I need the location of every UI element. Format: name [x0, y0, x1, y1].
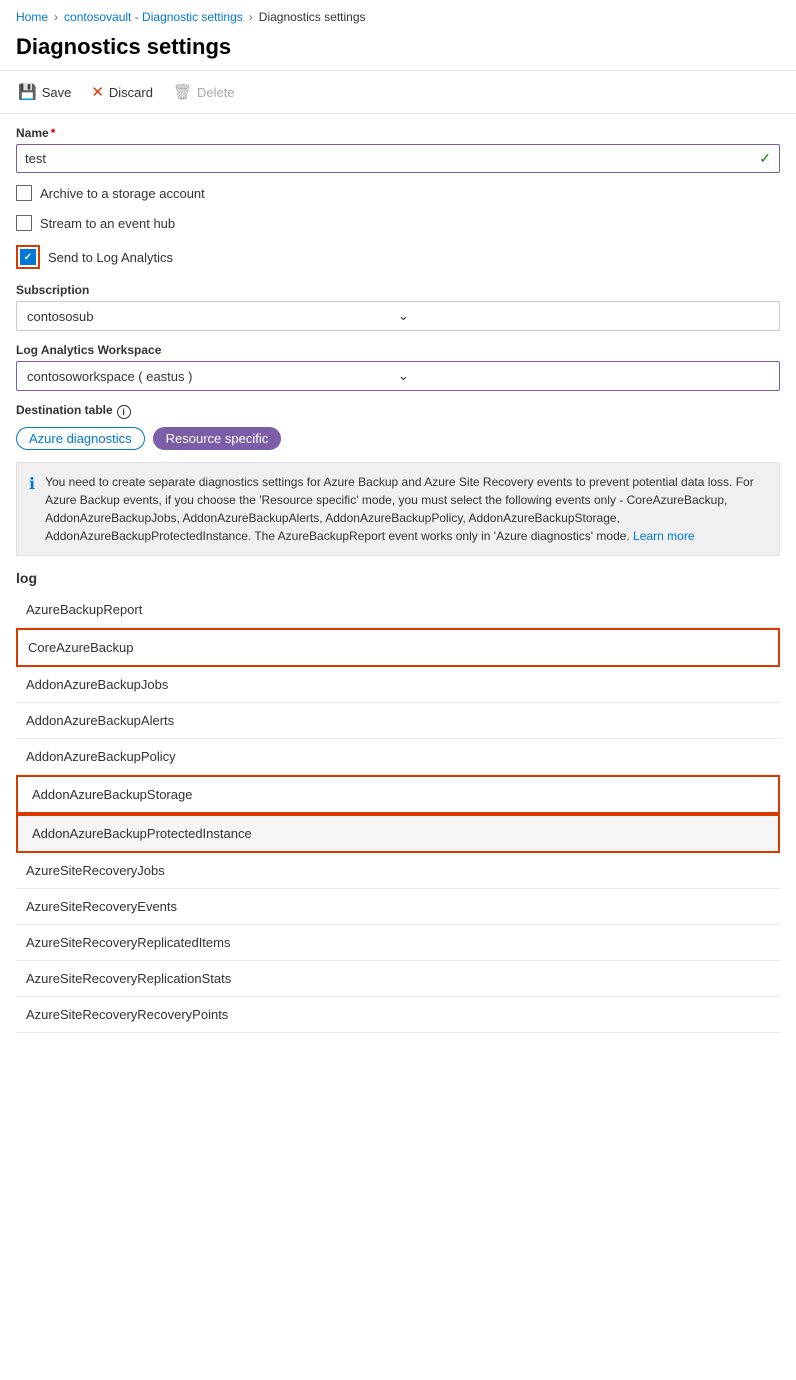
log-item-label: CoreAzureBackup	[28, 640, 134, 655]
discard-label: Discard	[109, 85, 153, 100]
log-item: AzureSiteRecoveryRecoveryPoints	[16, 997, 780, 1033]
log-item-label: AzureSiteRecoveryRecoveryPoints	[26, 1007, 228, 1022]
workspace-label: Log Analytics Workspace	[16, 343, 780, 357]
save-label: Save	[42, 85, 72, 100]
log-item-label: AddonAzureBackupAlerts	[26, 713, 174, 728]
breadcrumb-home[interactable]: Home	[16, 10, 48, 24]
log-item-label: AddonAzureBackupPolicy	[26, 749, 176, 764]
log-item-label: AzureSiteRecoveryReplicatedItems	[26, 935, 230, 950]
workspace-arrow-icon: ⌄	[398, 368, 769, 384]
log-item: AzureSiteRecoveryEvents	[16, 889, 780, 925]
log-section-label: log	[16, 570, 780, 586]
learn-more-link[interactable]: Learn more	[633, 529, 694, 543]
breadcrumb-current: Diagnostics settings	[259, 10, 366, 24]
delete-button[interactable]: 🗑 Delete	[171, 79, 237, 105]
archive-checkbox-row: Archive to a storage account	[16, 185, 780, 201]
info-text: You need to create separate diagnostics …	[45, 473, 767, 545]
dest-azure-diagnostics-btn[interactable]: Azure diagnostics	[16, 427, 145, 450]
stream-checkbox-row: Stream to an event hub	[16, 215, 780, 231]
destination-label: Destination table	[16, 403, 113, 417]
workspace-dropdown[interactable]: contosoworkspace ( eastus ) ⌄	[16, 361, 780, 391]
name-input[interactable]	[25, 151, 759, 166]
info-box: ℹ You need to create separate diagnostic…	[16, 462, 780, 556]
log-item: CoreAzureBackup	[16, 628, 780, 667]
destination-section: Destination table i Azure diagnostics Re…	[16, 403, 780, 450]
toolbar: 💾 Save ✕ Discard 🗑 Delete	[0, 70, 796, 114]
dest-resource-specific-btn[interactable]: Resource specific	[153, 427, 282, 450]
log-item: AddonAzureBackupStorage	[16, 775, 780, 814]
info-icon: ℹ	[29, 474, 35, 545]
log-item: AzureBackupReport	[16, 592, 780, 628]
name-valid-icon: ✓	[759, 150, 771, 167]
archive-label: Archive to a storage account	[40, 186, 205, 201]
log-item-label: AzureSiteRecoveryJobs	[26, 863, 165, 878]
send-checkbox-row: Send to Log Analytics	[16, 245, 780, 269]
log-item-label: AzureBackupReport	[26, 602, 142, 617]
log-item-label: AzureSiteRecoveryReplicationStats	[26, 971, 231, 986]
form-content: Name* ✓ Archive to a storage account Str…	[0, 126, 796, 1033]
subscription-value: contososub	[27, 309, 398, 324]
stream-checkbox[interactable]	[16, 215, 32, 231]
name-input-wrap: ✓	[16, 144, 780, 173]
delete-icon: 🗑	[173, 83, 192, 101]
destination-info-icon[interactable]: i	[117, 405, 131, 419]
name-label: Name*	[16, 126, 780, 140]
subscription-arrow-icon: ⌄	[398, 308, 769, 324]
log-item-label: AddonAzureBackupProtectedInstance	[32, 826, 252, 841]
log-item-label: AddonAzureBackupStorage	[32, 787, 192, 802]
log-item: AzureSiteRecoveryReplicationStats	[16, 961, 780, 997]
delete-label: Delete	[197, 85, 235, 100]
breadcrumb-vault[interactable]: contosovault - Diagnostic settings	[64, 10, 243, 24]
log-item-label: AzureSiteRecoveryEvents	[26, 899, 177, 914]
breadcrumb-sep1: ›	[54, 10, 58, 24]
discard-icon: ✕	[91, 83, 104, 101]
send-checkbox-border	[16, 245, 40, 269]
subscription-section: Subscription contososub ⌄	[16, 283, 780, 331]
log-item-label: AddonAzureBackupJobs	[26, 677, 168, 692]
log-items-list: AzureBackupReport CoreAzureBackup AddonAzu…	[16, 592, 780, 1033]
breadcrumb-sep2: ›	[249, 10, 253, 24]
send-label: Send to Log Analytics	[48, 250, 173, 265]
stream-label: Stream to an event hub	[40, 216, 175, 231]
log-item: AzureSiteRecoveryJobs	[16, 853, 780, 889]
log-item: AddonAzureBackupProtectedInstance	[16, 814, 780, 853]
destination-buttons: Azure diagnostics Resource specific	[16, 427, 780, 450]
name-field: Name* ✓	[16, 126, 780, 173]
name-required: *	[51, 126, 56, 140]
subscription-dropdown[interactable]: contososub ⌄	[16, 301, 780, 331]
log-section: log AzureBackupReport CoreAzureBackup Addo…	[16, 570, 780, 1033]
workspace-section: Log Analytics Workspace contosoworkspace…	[16, 343, 780, 391]
log-item: AzureSiteRecoveryReplicatedItems	[16, 925, 780, 961]
save-button[interactable]: 💾 Save	[16, 79, 73, 105]
workspace-value: contosoworkspace ( eastus )	[27, 369, 398, 384]
breadcrumb: Home › contosovault - Diagnostic setting…	[0, 0, 796, 30]
discard-button[interactable]: ✕ Discard	[89, 79, 155, 105]
log-item: AddonAzureBackupJobs	[16, 667, 780, 703]
save-icon: 💾	[18, 83, 37, 101]
subscription-label: Subscription	[16, 283, 780, 297]
send-checkbox[interactable]	[20, 249, 36, 265]
log-item: AddonAzureBackupAlerts	[16, 703, 780, 739]
archive-checkbox[interactable]	[16, 185, 32, 201]
page-title: Diagnostics settings	[0, 30, 796, 70]
log-item: AddonAzureBackupPolicy	[16, 739, 780, 775]
